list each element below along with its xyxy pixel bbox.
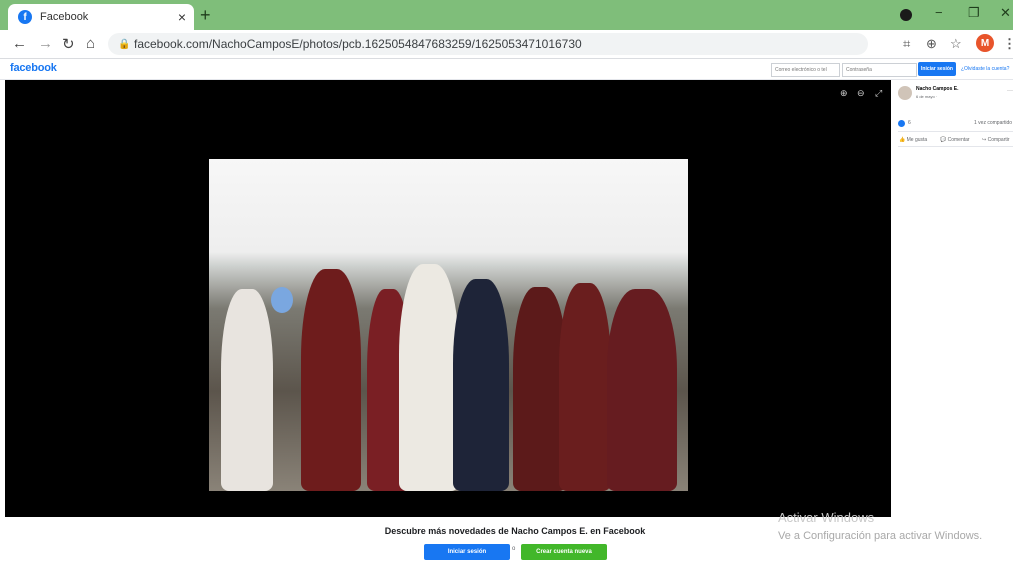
photo-image — [209, 159, 688, 491]
tab-facebook[interactable]: f Facebook × — [8, 4, 194, 30]
extension-icon[interactable] — [900, 9, 912, 21]
tab-strip: f Facebook × + − ❐ ✕ — [0, 0, 1013, 30]
restore-icon[interactable]: ❐ — [968, 5, 980, 21]
post-date[interactable]: 6 de mayo · — [916, 94, 937, 99]
like-reaction-icon — [898, 120, 905, 127]
tab-title: Facebook — [40, 11, 89, 23]
windows-watermark-subtitle: Ve a Configuración para activar Windows. — [778, 530, 983, 542]
address-url[interactable]: facebook.com/NachoCamposE/photos/pcb.162… — [134, 37, 582, 51]
zoom-out-icon[interactable]: ⊖ — [857, 88, 865, 99]
divider — [898, 146, 1013, 147]
home-icon[interactable]: ⌂ — [86, 35, 95, 52]
facebook-favicon-icon: f — [18, 10, 32, 24]
photo-viewer: ⊕ ⊖ ⤢ — [5, 80, 891, 517]
windows-watermark-title: Activar Windows — [778, 510, 875, 525]
menu-icon[interactable]: ⋮ — [1003, 36, 1013, 52]
qr-icon[interactable]: ⌗ — [903, 36, 910, 52]
shares-count[interactable]: 1 vez compartido — [974, 120, 1012, 126]
share-label: Compartir — [987, 137, 1010, 143]
blurred-face — [271, 287, 293, 313]
post-side-panel: Nacho Campos E. 6 de mayo · ··· 6 1 vez … — [892, 80, 1013, 517]
header-login-button[interactable]: Iniciar sesión — [918, 62, 956, 76]
back-icon[interactable]: ← — [12, 35, 27, 52]
star-icon[interactable]: ☆ — [950, 36, 962, 52]
facebook-logo[interactable]: facebook — [10, 62, 57, 74]
comment-button[interactable]: 💬 Comentar — [940, 137, 970, 143]
zoom-icon[interactable]: ⊕ — [926, 36, 937, 52]
signup-banner: Descubre más novedades de Nacho Campos E… — [0, 518, 1013, 570]
close-window-icon[interactable]: ✕ — [1000, 5, 1011, 21]
reload-icon[interactable]: ↻ — [62, 35, 75, 53]
banner-separator: o — [512, 546, 516, 552]
new-tab-button[interactable]: + — [200, 5, 211, 26]
share-button[interactable]: ↪ Compartir — [982, 137, 1010, 143]
minimize-icon[interactable]: − — [935, 5, 943, 20]
forward-icon[interactable]: → — [38, 35, 53, 52]
divider — [898, 131, 1013, 132]
profile-avatar[interactable]: M — [976, 34, 994, 52]
author-name[interactable]: Nacho Campos E. — [916, 86, 959, 92]
address-bar[interactable]: 🔒 facebook.com/NachoCamposE/photos/pcb.1… — [108, 33, 868, 55]
like-label: Me gusta — [906, 137, 928, 143]
browser-toolbar: ← → ↻ ⌂ 🔒 facebook.com/NachoCamposE/phot… — [0, 30, 1013, 59]
facebook-header: facebook Correo electrónico o tel Contra… — [0, 59, 1013, 80]
email-field[interactable]: Correo electrónico o tel — [771, 63, 840, 77]
fullscreen-icon[interactable]: ⤢ — [875, 88, 882, 99]
zoom-in-icon[interactable]: ⊕ — [840, 88, 848, 99]
create-account-button[interactable]: Crear cuenta nueva — [521, 544, 607, 560]
more-options-icon[interactable]: ··· — [1007, 88, 1013, 94]
banner-login-button[interactable]: Iniciar sesión — [424, 544, 510, 560]
like-button[interactable]: 👍 Me gusta — [899, 137, 927, 143]
tab-close-icon[interactable]: × — [178, 9, 186, 25]
lock-icon: 🔒 — [118, 38, 131, 50]
password-field[interactable]: Contraseña — [842, 63, 917, 77]
reactions-count[interactable]: 6 — [908, 120, 911, 126]
author-avatar[interactable] — [898, 86, 912, 100]
forgot-account-link[interactable]: ¿Olvidaste la cuenta? — [961, 66, 1009, 72]
comment-label: Comentar — [947, 137, 970, 143]
